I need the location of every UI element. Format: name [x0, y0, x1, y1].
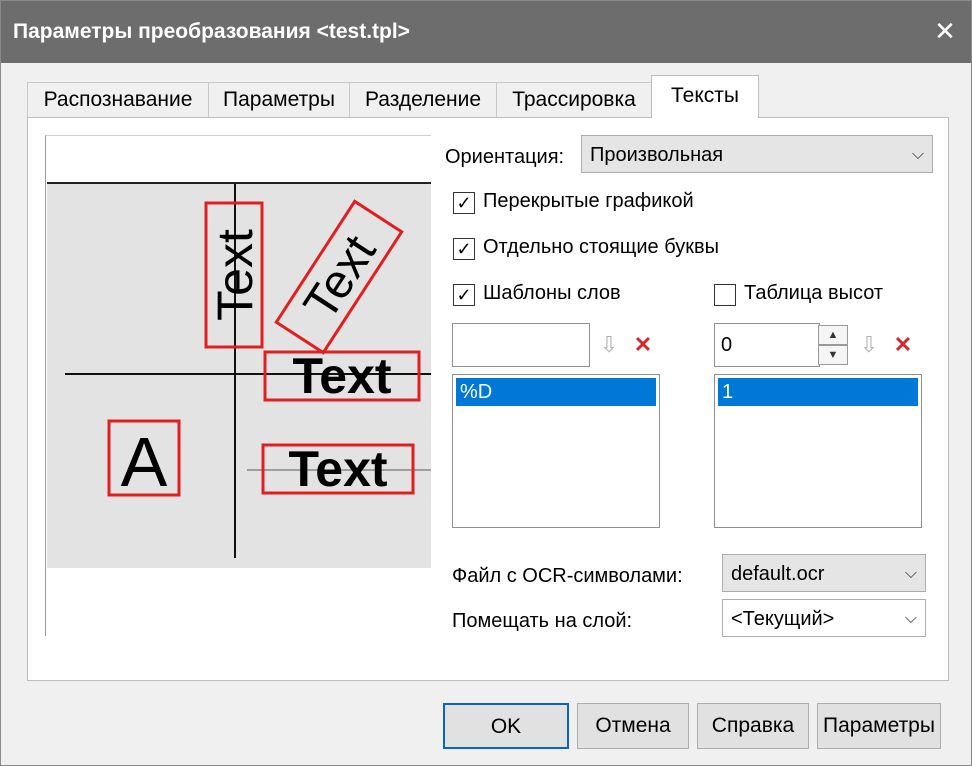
orientation-select[interactable]: Произвольная ⌵: [581, 135, 933, 173]
overlapped-checkbox[interactable]: ✓ Перекрытые графикой: [453, 190, 733, 218]
ocr-file-select[interactable]: default.ocr ⌵: [722, 554, 926, 592]
list-item[interactable]: 1: [718, 378, 918, 406]
height-table-list: 1: [714, 374, 922, 528]
sample-letter-label: A: [121, 423, 168, 501]
layer-value: <Текущий>: [731, 608, 835, 630]
ocr-file-value: default.ocr: [731, 563, 825, 585]
delete-icon[interactable]: ✕: [630, 326, 656, 364]
dialog-window: Параметры преобразования <test.tpl> ✕ Ра…: [0, 0, 972, 766]
tab-panel-texts: Text Text Text Text A Ориентация: Произв…: [27, 117, 949, 681]
chevron-down-icon: ⌵: [904, 565, 917, 582]
delete-icon[interactable]: ✕: [890, 326, 916, 364]
list-item[interactable]: %D: [456, 378, 656, 406]
sample-text-vertical-label: Text: [207, 229, 263, 321]
close-icon[interactable]: ✕: [929, 15, 961, 47]
word-templates-label: Шаблоны слов: [483, 282, 621, 304]
down-arrow-icon[interactable]: ⇩: [856, 326, 882, 364]
word-template-input[interactable]: [452, 323, 590, 367]
sample-text-diagonal: Text: [274, 199, 404, 355]
chevron-down-icon: ⌵: [904, 610, 917, 627]
tab-recognition[interactable]: Распознавание: [27, 82, 209, 117]
check-icon: ✓: [453, 284, 475, 306]
down-arrow-icon[interactable]: ⇩: [596, 326, 622, 364]
spin-up-icon[interactable]: ▲: [818, 325, 848, 345]
title-bar: Параметры преобразования <test.tpl> ✕: [1, 1, 971, 63]
layer-select[interactable]: <Текущий> ⌵: [722, 599, 926, 637]
ocr-file-label: Файл с OCR-символами:: [452, 565, 683, 587]
overlapped-label: Перекрытые графикой: [483, 190, 694, 212]
tab-separation[interactable]: Разделение: [349, 82, 497, 117]
layer-label: Помещать на слой:: [452, 610, 633, 632]
ok-button[interactable]: OK: [443, 703, 569, 749]
checkbox-box: [714, 284, 736, 306]
word-templates-list: %D: [452, 374, 660, 528]
sample-text-horizontal-lower-label: Text: [288, 441, 387, 497]
cancel-button[interactable]: Отмена: [577, 703, 689, 749]
check-icon: ✓: [453, 238, 475, 260]
orientation-value: Произвольная: [590, 144, 724, 166]
tab-tracing[interactable]: Трассировка: [496, 82, 652, 117]
tab-texts[interactable]: Тексты: [651, 75, 759, 118]
check-icon: ✓: [453, 192, 475, 214]
text-preview: Text Text Text Text A: [45, 135, 431, 636]
spin-down-icon[interactable]: ▼: [818, 345, 848, 365]
window-title: Параметры преобразования <test.tpl>: [13, 20, 410, 43]
chevron-down-icon: ⌵: [911, 146, 924, 163]
sample-text-horizontal-upper-label: Text: [292, 348, 391, 404]
height-value-stepper: ▲ ▼: [818, 323, 848, 367]
preview-illustration: Text Text Text Text A: [65, 184, 431, 558]
tab-parameters[interactable]: Параметры: [208, 82, 350, 117]
word-templates-checkbox[interactable]: ✓ Шаблоны слов: [453, 282, 643, 310]
sample-text-horizontal-lower: Text: [261, 441, 415, 497]
height-value-input[interactable]: 0: [714, 323, 820, 367]
help-button[interactable]: Справка: [697, 703, 809, 749]
separate-letters-label: Отдельно стоящие буквы: [483, 236, 719, 258]
separate-letters-checkbox[interactable]: ✓ Отдельно стоящие буквы: [453, 236, 753, 264]
height-table-label: Таблица высот: [744, 282, 884, 304]
height-table-checkbox[interactable]: Таблица высот: [714, 282, 909, 310]
orientation-label: Ориентация:: [445, 146, 565, 168]
sample-text-horizontal-upper: Text: [263, 348, 421, 404]
sample-letter: A: [107, 419, 181, 501]
preview-canvas: Text Text Text Text A: [47, 182, 431, 568]
params-button[interactable]: Параметры: [817, 703, 941, 749]
